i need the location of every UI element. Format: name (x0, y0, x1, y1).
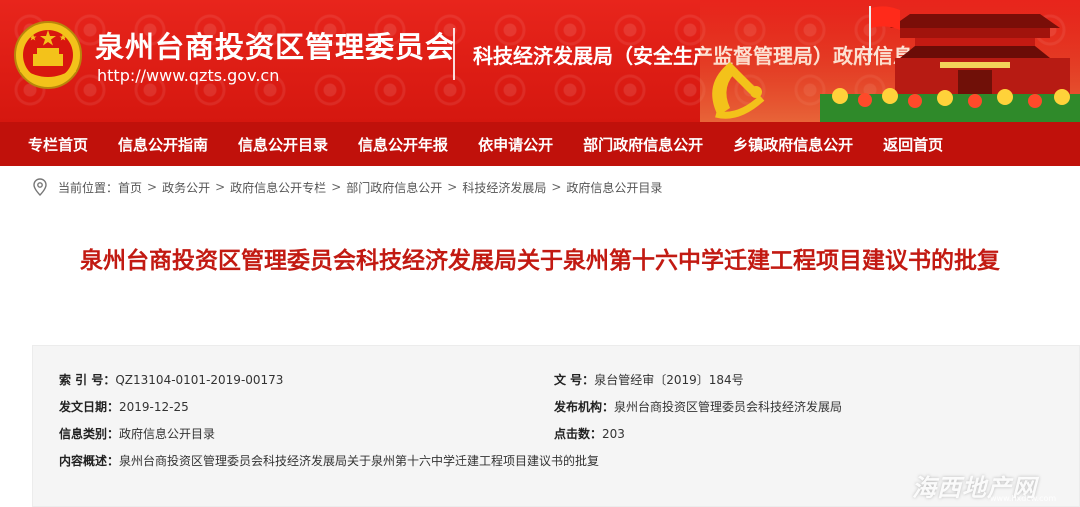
nav-item-disclosure-catalog[interactable]: 信息公开目录 (238, 134, 328, 155)
nav-item-annual-report[interactable]: 信息公开年报 (358, 134, 448, 155)
content-summary-label: 内容概述： (59, 454, 120, 468)
watermark-url: www.hxdcw.com (990, 494, 1057, 503)
nav-item-column-home[interactable]: 专栏首页 (28, 134, 88, 155)
breadcrumb-home[interactable]: 首页 (118, 179, 142, 196)
breadcrumb-disclosure-catalog[interactable]: 政府信息公开目录 (566, 179, 662, 196)
breadcrumb-separator: > (331, 180, 342, 194)
national-emblem-icon (14, 21, 82, 89)
click-count-label: 点击数： (554, 427, 603, 441)
publisher-label: 发布机构： (554, 400, 615, 414)
breadcrumb-prefix: 当前位置： (58, 180, 119, 195)
nav-item-disclosure-guide[interactable]: 信息公开指南 (118, 134, 208, 155)
location-pin-icon (33, 178, 47, 196)
breadcrumb-separator: > (551, 180, 562, 194)
document-number: 文 号：泉台管经审〔2019〕184号 (554, 371, 744, 388)
info-category: 信息类别：政府信息公开目录 (59, 425, 215, 442)
breadcrumb-separator: > (447, 180, 458, 194)
article-title: 泉州台商投资区管理委员会科技经济发展局关于泉州第十六中学迁建工程项目建议书的批复 (80, 248, 1000, 274)
publisher-value: 泉州台商投资区管理委员会科技经济发展局 (614, 400, 843, 414)
content-summary: 内容概述：泉州台商投资区管理委员会科技经济发展局关于泉州第十六中学迁建工程项目建… (59, 452, 599, 469)
nav-item-department-disclosure[interactable]: 部门政府信息公开 (583, 134, 703, 155)
document-number-value: 泉台管经审〔2019〕184号 (594, 373, 744, 387)
breadcrumb-government-affairs[interactable]: 政务公开 (162, 179, 210, 196)
nav-item-township-disclosure[interactable]: 乡镇政府信息公开 (733, 134, 853, 155)
index-number-value: QZ13104-0101-2019-00173 (115, 373, 284, 387)
info-category-value: 政府信息公开目录 (119, 427, 216, 441)
document-number-label: 文 号： (554, 373, 595, 387)
site-url[interactable]: http://www.qzts.gov.cn (97, 66, 279, 85)
breadcrumb-department-disclosure[interactable]: 部门政府信息公开 (346, 179, 442, 196)
issue-date: 发文日期：2019-12-25 (59, 398, 189, 415)
publisher: 发布机构：泉州台商投资区管理委员会科技经济发展局 (554, 398, 842, 415)
breadcrumb-separator: > (215, 180, 226, 194)
issue-date-value: 2019-12-25 (119, 400, 189, 414)
info-category-label: 信息类别： (59, 427, 120, 441)
nav-item-return-home[interactable]: 返回首页 (883, 134, 943, 155)
index-number: 索 引 号：QZ13104-0101-2019-00173 (59, 371, 283, 388)
click-count-value: 203 (602, 427, 625, 441)
site-title[interactable]: 泉州台商投资区管理委员会 (95, 24, 455, 66)
main-nav: 专栏首页 信息公开指南 信息公开目录 信息公开年报 依申请公开 部门政府信息公开… (0, 122, 1080, 166)
breadcrumb-disclosure-column[interactable]: 政府信息公开专栏 (230, 179, 326, 196)
site-banner: 泉州台商投资区管理委员会 http://www.qzts.gov.cn 科技经济… (0, 0, 1080, 122)
nav-item-application-disclosure[interactable]: 依申请公开 (478, 134, 553, 155)
breadcrumb: 当前位置： 首页 > 政务公开 > 政府信息公开专栏 > 部门政府信息公开 > … (32, 177, 662, 197)
tiananmen-decoration-image (700, 0, 1080, 122)
click-count: 点击数：203 (554, 425, 625, 442)
breadcrumb-tech-economy-bureau[interactable]: 科技经济发展局 (462, 179, 546, 196)
header-divider (453, 28, 455, 80)
issue-date-label: 发文日期： (59, 400, 120, 414)
content-summary-value: 泉州台商投资区管理委员会科技经济发展局关于泉州第十六中学迁建工程项目建议书的批复 (119, 454, 600, 468)
index-number-label: 索 引 号： (59, 373, 116, 387)
breadcrumb-separator: > (147, 180, 158, 194)
